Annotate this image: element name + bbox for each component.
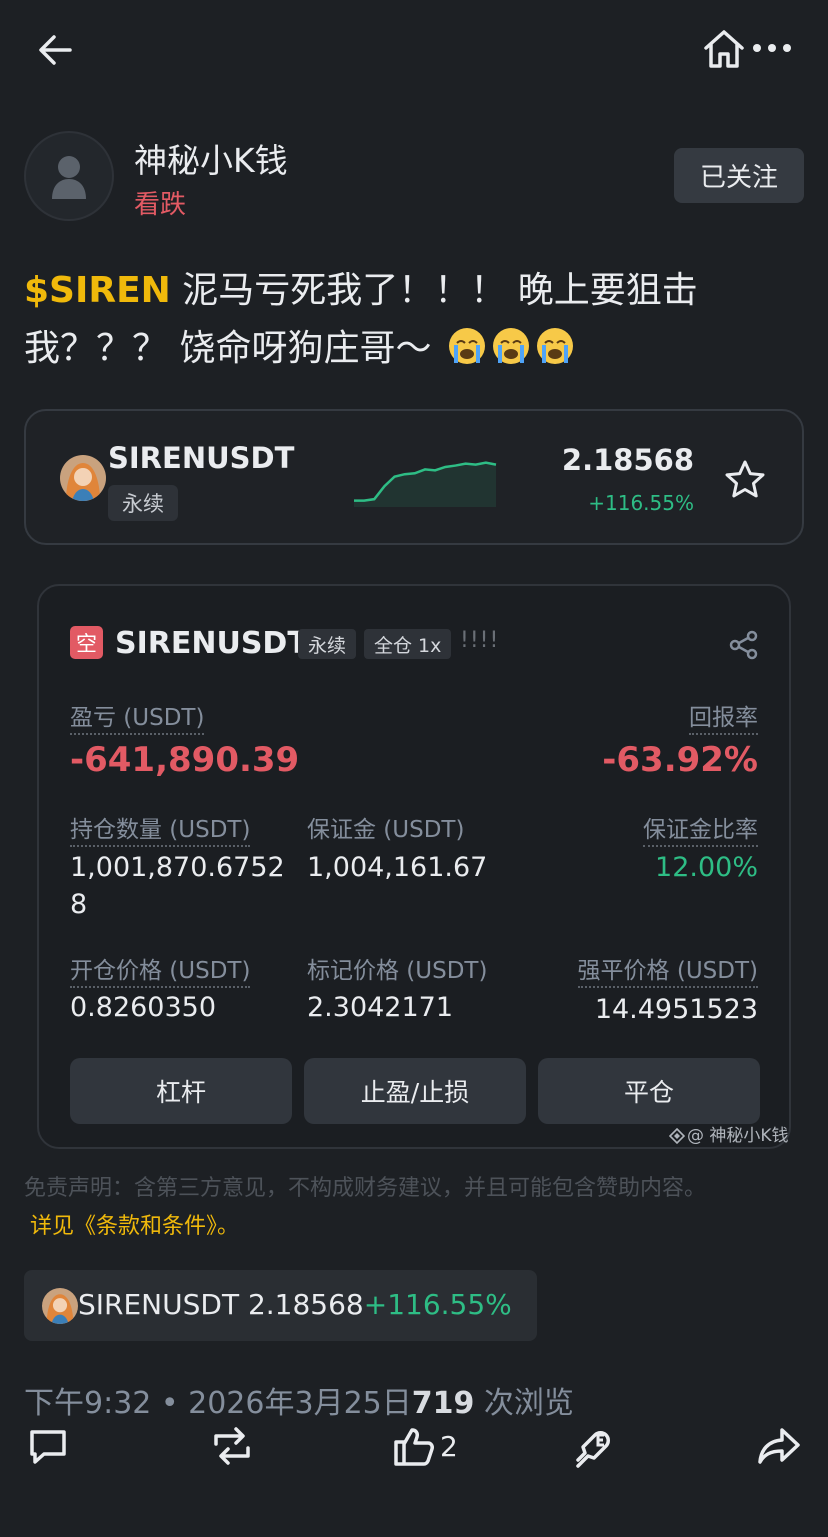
author-avatar[interactable] — [24, 131, 114, 221]
entry-price-value: 0.8260350 — [70, 992, 217, 1023]
pnl-label: 盈亏 (USDT) — [70, 698, 205, 735]
crying-emoji-icon — [487, 328, 531, 369]
margin-mode-tag: 全仓 1x — [364, 629, 452, 659]
liquidation-price-label: 强平价格 (USDT) — [577, 951, 758, 988]
favorite-star-icon[interactable] — [724, 459, 766, 499]
more-horizontal-icon[interactable] — [752, 40, 792, 56]
liquidation-price-value: 14.4951523 — [594, 994, 758, 1025]
back-arrow-icon[interactable] — [36, 30, 76, 70]
comment-icon[interactable] — [26, 1424, 70, 1468]
position-size-value: 1,001,870.6752 8 — [70, 852, 285, 920]
leverage-button[interactable]: 杠杆 — [70, 1058, 292, 1124]
like-count: 2 — [440, 1430, 458, 1463]
terms-link[interactable]: 详见《条款和条件》。 — [30, 1208, 239, 1240]
mark-price-label: 标记价格 (USDT) — [307, 958, 488, 984]
pnl-value: -641,890.39 — [70, 740, 300, 780]
diamond-logo-icon — [669, 1128, 685, 1144]
chip-change: +116.55% — [363, 1288, 512, 1321]
contract-type-tag: 永续 — [108, 485, 178, 521]
cashtag-link[interactable]: $SIREN — [24, 270, 171, 311]
ticker-symbol: SIRENUSDT — [108, 441, 295, 475]
margin-label: 保证金 (USDT) — [307, 817, 465, 843]
post-meta: 下午9:32 • 2026年3月25日719 次浏览 — [24, 1378, 574, 1422]
short-side-badge: 空 — [70, 626, 103, 659]
margin-ratio-label: 保证金比率 — [643, 810, 758, 847]
watermark: @ 神秘小K钱 — [669, 1121, 789, 1146]
disclaimer-text: 免责声明：含第三方意见，不构成财务建议，并且可能包含赞助内容。 — [24, 1176, 707, 1201]
home-icon[interactable] — [702, 28, 746, 70]
chip-ticker-text: SIRENUSDT 2.18568+116.55% — [78, 1288, 512, 1321]
share-icon[interactable] — [729, 630, 759, 660]
view-count: 719 — [411, 1386, 475, 1421]
follow-button[interactable]: 已关注 — [674, 148, 804, 203]
thumbs-up-icon[interactable] — [392, 1424, 436, 1468]
warning-marks: !!!! — [460, 628, 500, 653]
mark-price-value: 2.3042171 — [307, 992, 454, 1023]
roe-label: 回报率 — [689, 698, 758, 735]
price-sparkline — [350, 451, 500, 507]
ticker-card[interactable]: SIRENUSDT 永续 2.18568 +116.55% — [24, 409, 804, 545]
author-name[interactable]: 神秘小K钱 — [134, 134, 288, 182]
view-count-label: 次浏览 — [474, 1386, 574, 1421]
post-timestamp: 下午9:32 • 2026年3月25日 — [24, 1386, 412, 1421]
coin-logo-icon — [42, 1288, 78, 1324]
tip-icon[interactable] — [574, 1424, 622, 1470]
entry-price-label: 开仓价格 (USDT) — [70, 951, 251, 988]
margin-value: 1,004,161.67 — [307, 852, 488, 883]
ticker-price: 2.18568 — [561, 443, 694, 477]
margin-ratio-value: 12.00% — [655, 852, 758, 883]
crying-emoji-icon — [443, 328, 487, 369]
repost-icon[interactable] — [208, 1424, 256, 1468]
chip-price: 2.18568 — [239, 1288, 364, 1321]
ticker-chip[interactable]: SIRENUSDT 2.18568+116.55% — [24, 1270, 537, 1341]
forward-share-icon[interactable] — [756, 1424, 802, 1468]
position-size-label: 持仓数量 (USDT) — [70, 810, 251, 847]
roe-value: -63.92% — [602, 740, 758, 780]
chip-symbol: SIRENUSDT — [78, 1288, 240, 1321]
position-type-tag: 永续 — [298, 629, 357, 659]
position-card: 空 SIRENUSDT 永续 全仓 1x !!!! 盈亏 (USDT) -641… — [37, 584, 791, 1149]
close-position-button[interactable]: 平仓 — [538, 1058, 760, 1124]
position-symbol: SIRENUSDT — [115, 626, 308, 661]
coin-logo-icon — [60, 455, 106, 501]
sentiment-label: 看跌 — [134, 190, 187, 220]
post-content: $SIREN 泥马亏死我了！！！ 晚上要狙击我？？？ 饶命呀狗庄哥～ — [24, 262, 814, 378]
crying-emoji-icon — [531, 328, 575, 369]
tp-sl-button[interactable]: 止盈/止损 — [304, 1058, 526, 1124]
ticker-change: +116.55% — [588, 491, 694, 515]
